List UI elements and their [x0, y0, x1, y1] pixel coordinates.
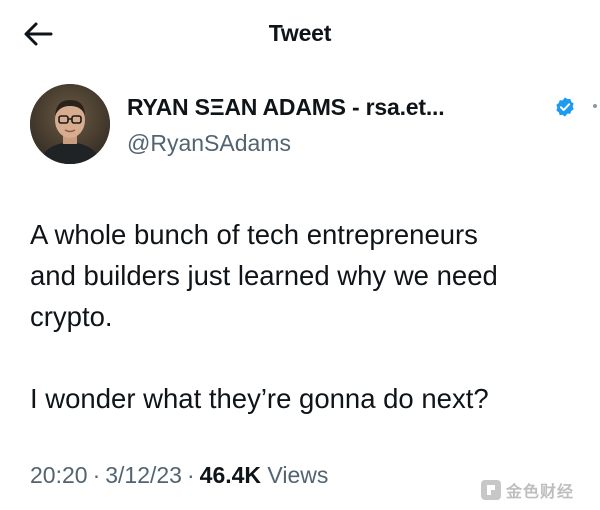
- watermark: 金色财经: [480, 476, 592, 504]
- tweet-text-line: A whole bunch of tech entrepreneurs: [30, 219, 478, 250]
- avatar-image: [30, 84, 110, 164]
- verified-badge-icon: [556, 97, 574, 117]
- header: Tweet: [0, 0, 600, 66]
- tweet-text-line: I wonder what they’re gonna do next?: [30, 383, 489, 414]
- tweet-text-line: crypto.: [30, 301, 113, 332]
- separator-dot: ·: [92, 462, 101, 488]
- author-display-name[interactable]: RYAN SΞAN ADAMS - rsa.et...: [127, 94, 445, 121]
- tweet-page: Tweet RYAN SΞAN ADAMS - rsa.et... @RyanS…: [0, 0, 600, 510]
- tweet-text-line: and builders just learned why we need: [30, 260, 498, 291]
- avatar[interactable]: [30, 84, 110, 164]
- tweet-date[interactable]: 3/12/23: [105, 462, 182, 488]
- author-row: RYAN SΞAN ADAMS - rsa.et... @RyanSAdams: [30, 84, 597, 168]
- jinse-logo-icon: [481, 480, 501, 500]
- tweet-time[interactable]: 20:20: [30, 462, 88, 488]
- more-horizontal-icon: [593, 104, 597, 108]
- separator-dot: ·: [186, 462, 195, 488]
- views-label: Views: [267, 462, 329, 488]
- page-title: Tweet: [268, 20, 332, 46]
- author-handle[interactable]: @RyanSAdams: [127, 130, 291, 157]
- views-count: 46.4K: [199, 462, 262, 488]
- watermark-text: 金色财经: [506, 482, 575, 501]
- more-options-button[interactable]: [590, 94, 600, 118]
- tweet-text: A whole bunch of tech entrepreneurs and …: [30, 214, 590, 419]
